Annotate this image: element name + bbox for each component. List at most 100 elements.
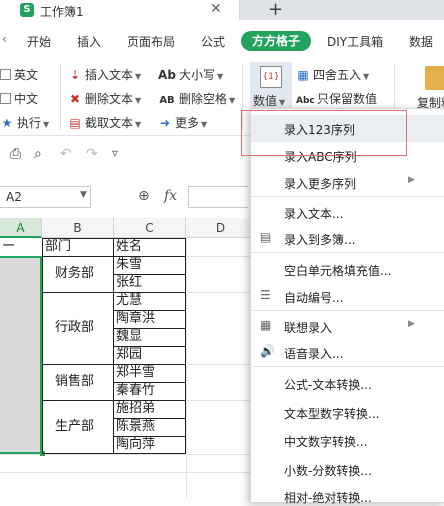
menu-item-associative-input[interactable]: 联想录入 [284, 319, 332, 336]
execute-label: 执行 [17, 116, 42, 130]
tab-ffgz[interactable]: 方方格子 [241, 31, 311, 51]
round-label: 四舍五入 [313, 68, 362, 82]
tab-page-layout[interactable]: 页面布局 [127, 33, 175, 50]
extract-text-icon: ▤ [69, 116, 81, 130]
cell-dept[interactable]: 销售部 [55, 373, 94, 391]
menu-item-auto-number[interactable]: 自动编号... [284, 289, 343, 306]
table-border [42, 256, 186, 257]
tab-start[interactable]: 开始 [27, 33, 51, 50]
menu-item-enter-more-sequences[interactable]: 录入更多序列 [284, 175, 356, 192]
customize-icon[interactable]: ▿ [112, 146, 118, 160]
zoom-icon[interactable]: ⊕ [138, 188, 150, 204]
extract-text-button[interactable]: ▤ 截取文本 ▼ [68, 114, 141, 131]
associative-input-icon: ▦ [260, 318, 272, 332]
cell-name[interactable]: 张红 [116, 274, 142, 292]
cell-name[interactable]: 郑园 [116, 346, 142, 364]
tab-data[interactable]: 数据 [409, 33, 433, 50]
document-tab[interactable] [0, 0, 240, 20]
keep-numeric-button[interactable]: Abc 只保留数值 [296, 90, 377, 107]
cell-name[interactable]: 魏显 [116, 328, 142, 346]
cell-name[interactable]: 朱雪 [116, 256, 142, 274]
column-header-c[interactable]: C [114, 218, 186, 238]
star-icon: ★ [1, 116, 13, 130]
table-border [42, 292, 186, 293]
document-title: 工作簿1 [40, 5, 84, 19]
insert-text-button[interactable]: ⇣ 插入文本 ▼ [68, 66, 141, 83]
arrow-right-icon: ➜ [159, 116, 171, 130]
selection-range[interactable] [0, 256, 42, 454]
cell-dept-header[interactable]: 部门 [45, 238, 71, 256]
chevron-down-icon[interactable]: ▼ [80, 190, 87, 200]
fx-icon[interactable]: fx [164, 188, 177, 204]
delete-text-icon: ✖ [69, 92, 81, 106]
keep-numeric-label: 只保留数值 [317, 92, 378, 106]
tab-formula[interactable]: 公式 [201, 33, 225, 50]
undo-icon[interactable]: ↶ [60, 146, 72, 162]
divider [60, 64, 61, 130]
multi-book-icon: ▤ [260, 230, 272, 244]
menu-item-voice-input[interactable]: 语音录入... [284, 345, 343, 362]
cell-name[interactable]: 陶章洪 [116, 310, 155, 328]
english-label: 英文 [14, 68, 39, 82]
menu-item-chinese-number-convert[interactable]: 中文数字转换... [284, 433, 367, 450]
cell-dept[interactable]: 生产部 [55, 418, 94, 436]
menu-item-enter-text[interactable]: 录入文本... [284, 205, 343, 222]
numeric-text: 数值 [253, 94, 278, 108]
numeric-label: 数值 ▼ [253, 92, 285, 109]
cell-a1[interactable]: ー [2, 238, 15, 256]
cell-name[interactable]: 施招弟 [116, 400, 155, 418]
menu-item-formula-text-convert[interactable]: 公式-文本转换... [284, 376, 372, 393]
cell-name[interactable]: 尤慧 [116, 292, 142, 310]
cell-name[interactable]: 秦春竹 [116, 382, 155, 400]
cell-name[interactable]: 陈景燕 [116, 418, 155, 436]
english-option[interactable]: 英文 [0, 66, 38, 83]
cell-name[interactable]: 陶向萍 [116, 436, 155, 454]
close-tab-icon[interactable]: ✕ [210, 1, 222, 17]
chevron-down-icon: ▼ [229, 96, 236, 105]
table-border [42, 364, 186, 365]
name-box-value: A2 [6, 190, 22, 204]
case-button[interactable]: Ab 大小写 ▼ [158, 66, 223, 83]
chevron-right-icon: ▶ [408, 175, 415, 185]
chevron-down-icon: ▼ [201, 120, 208, 129]
menu-item-decimal-fraction-convert[interactable]: 小数-分数转换... [284, 462, 372, 479]
formula-input[interactable] [188, 186, 248, 208]
table-border [42, 400, 186, 401]
chevron-down-icon: ▼ [135, 120, 142, 129]
chevron-left-icon[interactable]: ‹ [2, 32, 7, 46]
insert-text-label: 插入文本 [85, 68, 134, 82]
numbered-list-icon: ☰ [260, 288, 271, 302]
menu-item-fill-blank-cells[interactable]: 空白单元格填充值... [284, 262, 391, 279]
cell-name[interactable]: 郑半雪 [116, 364, 155, 382]
remove-space-button[interactable]: AB 删除空格 ▼ [158, 90, 235, 107]
print-preview-icon[interactable]: ⌕ [34, 146, 42, 162]
new-tab-button[interactable]: + [268, 0, 283, 20]
cell-dept[interactable]: 行政部 [55, 319, 94, 337]
tab-insert[interactable]: 插入 [77, 33, 101, 50]
menu-separator [250, 196, 444, 197]
annotation-highlight-box [241, 110, 407, 156]
more-button[interactable]: ➜ 更多 ▼ [158, 114, 207, 131]
chevron-down-icon: ▼ [217, 72, 224, 81]
menu-item-text-number-convert[interactable]: 文本型数字转换... [284, 405, 379, 422]
delete-text-button[interactable]: ✖ 删除文本 ▼ [68, 90, 141, 107]
chevron-down-icon: ▼ [363, 72, 370, 81]
redo-icon[interactable]: ↷ [86, 146, 98, 162]
print-icon[interactable]: ⎙ [10, 146, 21, 162]
checkbox-icon [0, 69, 11, 80]
delete-text-label: 删除文本 [85, 92, 134, 106]
execute-button[interactable]: ★ 执行 ▼ [0, 114, 50, 131]
column-header-b[interactable]: B [42, 218, 114, 238]
more-label: 更多 [175, 116, 200, 130]
case-icon: Ab [158, 68, 176, 82]
tab-diy-toolbox[interactable]: DIY工具箱 [327, 33, 383, 50]
column-header-a[interactable]: A [0, 218, 42, 238]
menu-item-enter-multi-book[interactable]: 录入到多簿... [284, 231, 355, 248]
column-header-d[interactable]: D [186, 218, 256, 238]
menu-separator [250, 366, 444, 367]
round-button[interactable]: ▦ 四舍五入 ▼ [296, 66, 369, 83]
chevron-down-icon: ▼ [135, 96, 142, 105]
cell-dept[interactable]: 财务部 [55, 265, 94, 283]
chinese-option[interactable]: 中文 [0, 90, 38, 107]
cell-name-header[interactable]: 姓名 [116, 238, 142, 256]
